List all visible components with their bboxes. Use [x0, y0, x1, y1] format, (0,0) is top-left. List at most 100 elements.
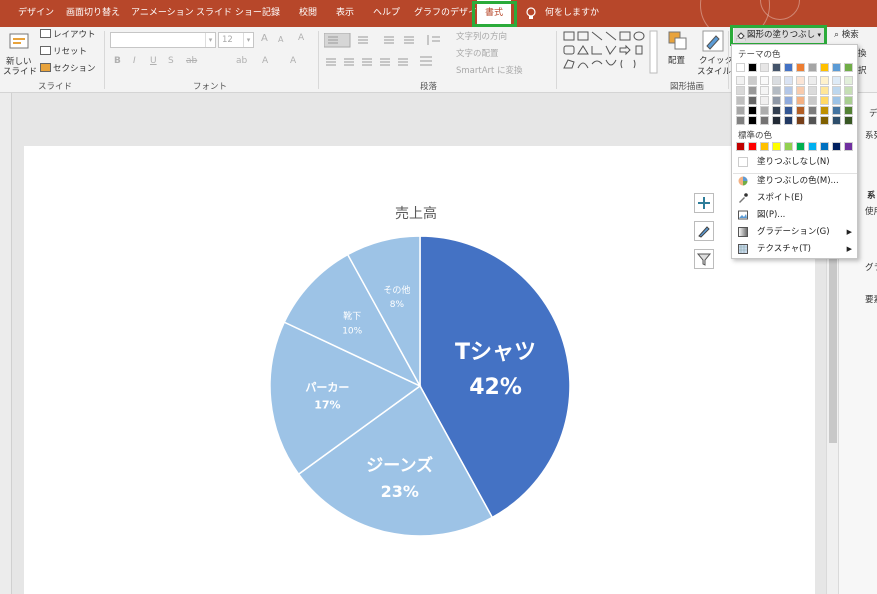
tab-animations[interactable]: アニメーション: [131, 0, 194, 27]
standard-color-swatch[interactable]: [784, 142, 793, 151]
theme-color-swatch[interactable]: [760, 106, 769, 115]
standard-color-swatch[interactable]: [796, 142, 805, 151]
theme-color-swatch[interactable]: [784, 76, 793, 85]
theme-color-swatch[interactable]: [748, 106, 757, 115]
standard-color-swatch[interactable]: [832, 142, 841, 151]
font-grow-button[interactable]: A: [261, 33, 268, 44]
theme-color-swatch[interactable]: [736, 76, 745, 85]
gradient-item[interactable]: グラデーション(G) ▶: [733, 224, 857, 240]
arrange-button[interactable]: 配置: [668, 54, 685, 66]
theme-color-swatch[interactable]: [844, 63, 853, 72]
theme-color-swatch[interactable]: [796, 76, 805, 85]
tab-view[interactable]: 表示: [336, 0, 354, 27]
bold-button[interactable]: B: [114, 56, 121, 66]
shadow-button[interactable]: S: [168, 56, 174, 66]
select-button[interactable]: 択: [858, 64, 867, 76]
theme-color-swatch[interactable]: [808, 106, 817, 115]
tab-design[interactable]: デザイン: [18, 0, 54, 27]
thumbnail-pane-edge[interactable]: [0, 93, 12, 594]
standard-color-swatch[interactable]: [772, 142, 781, 151]
theme-color-swatch[interactable]: [760, 63, 769, 72]
picture-fill-item[interactable]: 図(P)...: [733, 207, 857, 223]
standard-color-swatch[interactable]: [844, 142, 853, 151]
theme-color-swatch[interactable]: [832, 116, 841, 125]
theme-color-swatch[interactable]: [772, 106, 781, 115]
chart-elements-button[interactable]: [694, 193, 714, 213]
quick-style-label-2[interactable]: スタイル: [697, 65, 731, 77]
scrollbar-thumb[interactable]: [829, 233, 837, 443]
theme-color-swatch[interactable]: [736, 96, 745, 105]
texture-item[interactable]: テクスチャ(T) ▶: [733, 241, 857, 257]
theme-color-swatch[interactable]: [832, 96, 841, 105]
no-fill-item[interactable]: 塗りつぶしなし(N): [733, 154, 857, 170]
theme-color-swatch[interactable]: [784, 106, 793, 115]
theme-color-swatch[interactable]: [808, 76, 817, 85]
tab-record[interactable]: 記録: [262, 0, 280, 27]
theme-color-swatch[interactable]: [772, 76, 781, 85]
theme-color-swatch[interactable]: [760, 116, 769, 125]
italic-button[interactable]: I: [133, 56, 136, 66]
theme-color-swatch[interactable]: [760, 86, 769, 95]
find-button[interactable]: ⌕ 検索: [834, 28, 859, 43]
theme-color-swatch[interactable]: [820, 96, 829, 105]
theme-color-swatch[interactable]: [844, 96, 853, 105]
highlight-color-button[interactable]: A: [262, 56, 268, 66]
align-text-button[interactable]: 文字の配置: [456, 47, 499, 59]
chart-title[interactable]: 売上高: [395, 203, 437, 223]
theme-color-swatch[interactable]: [796, 96, 805, 105]
standard-color-swatch[interactable]: [808, 142, 817, 151]
font-size-combo[interactable]: 12 ▾: [218, 32, 254, 48]
clear-format-button[interactable]: A: [298, 33, 304, 43]
chart-filters-button[interactable]: [694, 249, 714, 269]
standard-color-swatch[interactable]: [820, 142, 829, 151]
theme-color-swatch[interactable]: [844, 86, 853, 95]
theme-color-swatch[interactable]: [796, 86, 805, 95]
tab-review[interactable]: 校閲: [299, 0, 317, 27]
font-spacing-button[interactable]: ab: [236, 56, 247, 66]
theme-color-swatch[interactable]: [832, 76, 841, 85]
font-color-button[interactable]: A: [290, 56, 296, 66]
theme-color-swatch[interactable]: [820, 106, 829, 115]
theme-color-swatch[interactable]: [784, 116, 793, 125]
theme-color-swatch[interactable]: [796, 63, 805, 72]
theme-color-swatch[interactable]: [796, 106, 805, 115]
font-shrink-button[interactable]: A: [278, 35, 283, 44]
theme-color-swatch[interactable]: [808, 63, 817, 72]
theme-color-swatch[interactable]: [748, 86, 757, 95]
theme-color-swatch[interactable]: [844, 106, 853, 115]
theme-color-swatch[interactable]: [772, 96, 781, 105]
tab-help[interactable]: ヘルプ: [373, 0, 400, 27]
strikethrough-button[interactable]: ab: [186, 56, 197, 66]
theme-color-swatch[interactable]: [820, 116, 829, 125]
theme-color-swatch[interactable]: [748, 76, 757, 85]
theme-color-swatch[interactable]: [808, 96, 817, 105]
theme-color-swatch[interactable]: [760, 96, 769, 105]
theme-color-swatch[interactable]: [820, 63, 829, 72]
font-name-combo[interactable]: ▾: [110, 32, 216, 48]
new-slide-label-2[interactable]: スライド: [3, 65, 37, 77]
theme-color-swatch[interactable]: [736, 106, 745, 115]
theme-color-swatch[interactable]: [772, 116, 781, 125]
tab-transitions[interactable]: 画面切り替え: [66, 0, 120, 27]
theme-color-swatch[interactable]: [736, 86, 745, 95]
theme-color-swatch[interactable]: [784, 96, 793, 105]
theme-color-swatch[interactable]: [808, 86, 817, 95]
theme-color-swatch[interactable]: [748, 96, 757, 105]
theme-color-swatch[interactable]: [808, 116, 817, 125]
theme-color-swatch[interactable]: [748, 116, 757, 125]
theme-color-swatch[interactable]: [844, 116, 853, 125]
theme-color-swatch[interactable]: [820, 86, 829, 95]
theme-color-swatch[interactable]: [736, 63, 745, 72]
theme-color-swatch[interactable]: [832, 63, 841, 72]
theme-color-swatch[interactable]: [748, 63, 757, 72]
smartart-convert-button[interactable]: SmartArt に変換: [456, 64, 523, 76]
tell-me-search[interactable]: 何をしますか: [545, 0, 599, 27]
theme-color-swatch[interactable]: [772, 63, 781, 72]
theme-color-swatch[interactable]: [736, 116, 745, 125]
theme-color-swatch[interactable]: [844, 76, 853, 85]
replace-button[interactable]: 換: [858, 47, 867, 59]
tab-slideshow[interactable]: スライド ショー: [196, 0, 262, 27]
theme-color-swatch[interactable]: [784, 63, 793, 72]
theme-color-swatch[interactable]: [784, 86, 793, 95]
shapes-gallery-icon[interactable]: [562, 30, 658, 74]
